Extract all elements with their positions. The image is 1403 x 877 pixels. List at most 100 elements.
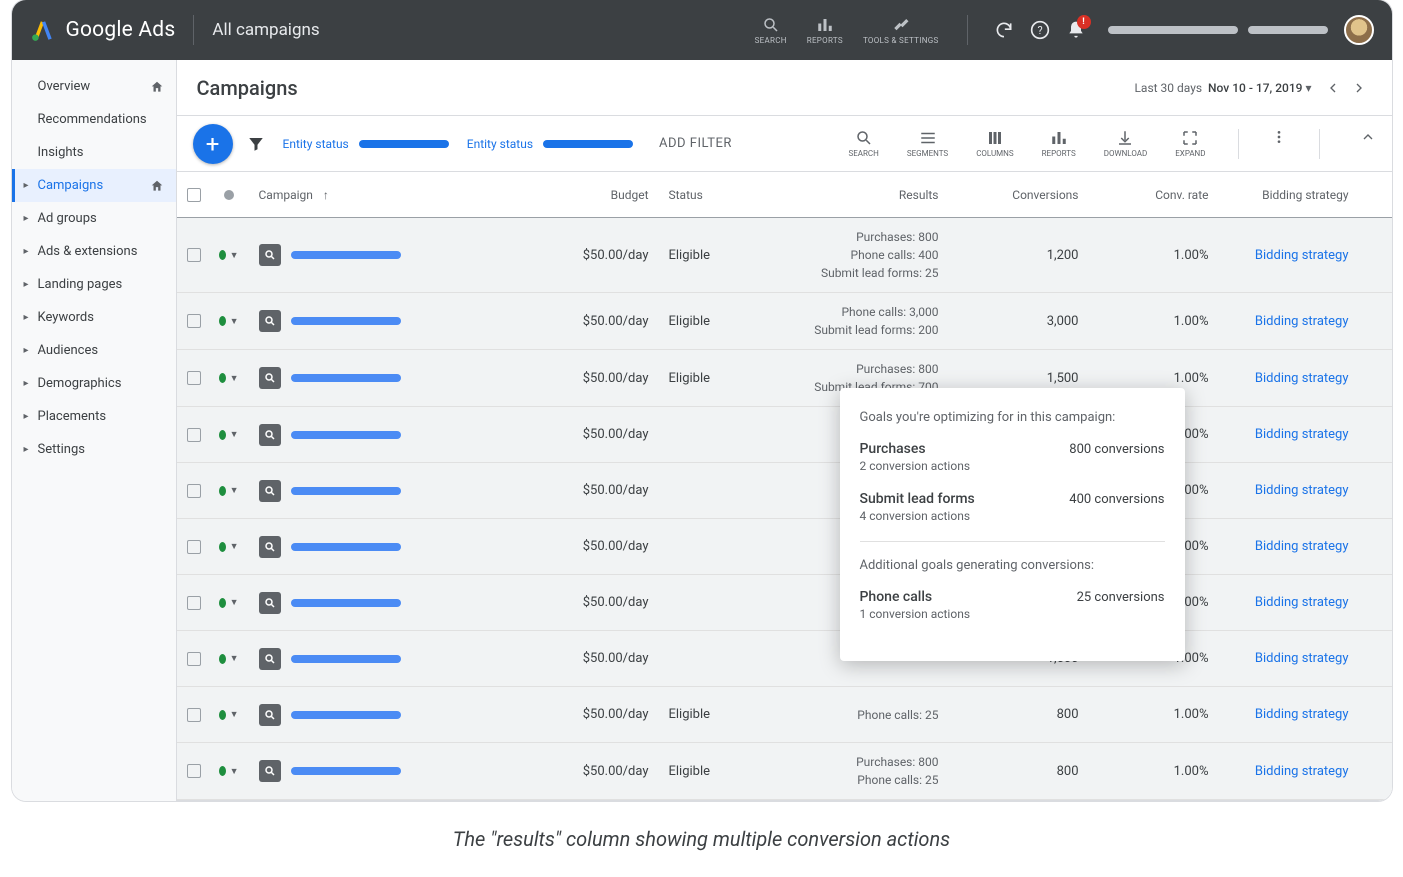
campaign-cell[interactable] — [249, 234, 569, 276]
sidebar-item-settings[interactable]: ▸Settings — [12, 433, 176, 466]
row-checkbox[interactable] — [187, 484, 201, 498]
product-logo[interactable]: Google Ads — [30, 17, 176, 43]
date-next[interactable] — [1346, 75, 1372, 101]
add-campaign-button[interactable]: + — [193, 124, 233, 164]
row-status[interactable]: ▼ — [209, 587, 249, 618]
sidebar-item-audiences[interactable]: ▸Audiences — [12, 334, 176, 367]
status-cell: Eligible — [659, 238, 749, 273]
scope-title[interactable]: All campaigns — [212, 20, 319, 40]
campaign-cell[interactable] — [249, 414, 569, 456]
date-prev[interactable] — [1320, 75, 1346, 101]
sidebar-item-campaigns[interactable]: ▸Campaigns — [12, 169, 176, 202]
filter-icon[interactable] — [247, 135, 265, 153]
bidding-strategy-link[interactable]: Bidding strategy — [1219, 529, 1359, 564]
row-checkbox[interactable] — [187, 764, 201, 778]
top-tools[interactable]: TOOLS & SETTINGS — [863, 16, 939, 45]
top-search[interactable]: SEARCH — [755, 16, 787, 45]
col-conversions[interactable]: Conversions — [949, 188, 1089, 202]
table-row: ▼$50.00/dayEligiblePhone calls: 258001.0… — [177, 687, 1392, 743]
row-status[interactable]: ▼ — [209, 306, 249, 337]
bidding-strategy-link[interactable]: Bidding strategy — [1219, 585, 1359, 620]
tooltip-goal-value: 25 conversions — [1077, 590, 1165, 605]
row-status[interactable]: ▼ — [209, 699, 249, 730]
table-header-row: Campaign↑ Budget Status Results Conversi… — [177, 172, 1392, 218]
sidebar-item-keywords[interactable]: ▸Keywords — [12, 301, 176, 334]
sidebar-item-demographics[interactable]: ▸Demographics — [12, 367, 176, 400]
row-status[interactable]: ▼ — [209, 756, 249, 787]
bidding-strategy-link[interactable]: Bidding strategy — [1219, 697, 1359, 732]
campaign-cell[interactable] — [249, 526, 569, 568]
col-results[interactable]: Results — [749, 188, 949, 202]
sidebar-item-insights[interactable]: Insights — [12, 136, 176, 169]
add-filter-button[interactable]: ADD FILTER — [659, 136, 732, 151]
row-status[interactable]: ▼ — [209, 419, 249, 450]
bidding-strategy-link[interactable]: Bidding strategy — [1219, 641, 1359, 676]
row-status[interactable]: ▼ — [209, 531, 249, 562]
campaign-cell[interactable] — [249, 582, 569, 624]
row-checkbox[interactable] — [187, 428, 201, 442]
date-range-picker[interactable]: Last 30 days Nov 10 - 17, 2019 ▾ — [1134, 81, 1311, 95]
col-strategy[interactable]: Bidding strategy — [1219, 188, 1359, 202]
row-checkbox[interactable] — [187, 248, 201, 262]
sidebar-item-ad-groups[interactable]: ▸Ad groups — [12, 202, 176, 235]
toolbar-expand[interactable]: EXPAND — [1175, 129, 1205, 158]
bidding-strategy-link[interactable]: Bidding strategy — [1219, 417, 1359, 452]
campaign-cell[interactable] — [249, 470, 569, 512]
bidding-strategy-link[interactable]: Bidding strategy — [1219, 754, 1359, 789]
collapse-chart[interactable] — [1360, 129, 1376, 145]
tooltip-goal: Phone calls25 conversions1 conversion ac… — [860, 589, 1165, 621]
toolbar-search[interactable]: SEARCH — [848, 129, 878, 158]
results-cell[interactable]: Phone calls: 3,000Submit lead forms: 200 — [749, 293, 949, 349]
col-status[interactable]: Status — [659, 188, 749, 202]
bidding-strategy-link[interactable]: Bidding strategy — [1219, 304, 1359, 339]
campaign-cell[interactable] — [249, 300, 569, 342]
results-cell[interactable]: Phone calls: 25 — [749, 696, 949, 734]
refresh-icon[interactable] — [994, 20, 1014, 40]
toolbar-segments[interactable]: SEGMENTS — [907, 129, 948, 158]
results-cell[interactable]: Purchases: 800Phone calls: 400Submit lea… — [749, 218, 949, 292]
search-campaign-icon — [259, 704, 281, 726]
row-status[interactable]: ▼ — [209, 643, 249, 674]
row-checkbox[interactable] — [187, 314, 201, 328]
col-budget[interactable]: Budget — [569, 188, 659, 202]
toolbar-reports[interactable]: REPORTS — [1042, 129, 1076, 158]
budget-cell: $50.00/day — [569, 754, 659, 789]
results-cell[interactable]: Purchases: 800Phone calls: 25 — [749, 743, 949, 799]
sidebar-item-overview[interactable]: Overview — [12, 70, 176, 103]
filter-chip-label[interactable]: Entity status — [467, 137, 533, 151]
sidebar-item-label: Audiences — [38, 343, 99, 358]
bidding-strategy-link[interactable]: Bidding strategy — [1219, 238, 1359, 273]
sidebar-item-recommendations[interactable]: Recommendations — [12, 103, 176, 136]
campaign-cell[interactable] — [249, 750, 569, 792]
row-status[interactable]: ▼ — [209, 475, 249, 506]
col-convrate[interactable]: Conv. rate — [1089, 188, 1219, 202]
sidebar-item-ads-extensions[interactable]: ▸Ads & extensions — [12, 235, 176, 268]
row-checkbox[interactable] — [187, 708, 201, 722]
row-checkbox[interactable] — [187, 540, 201, 554]
status-enabled-icon — [219, 316, 226, 326]
row-status[interactable]: ▼ — [209, 363, 249, 394]
toolbar-columns[interactable]: COLUMNS — [976, 129, 1013, 158]
help-icon[interactable]: ? — [1030, 20, 1050, 40]
budget-cell: $50.00/day — [569, 697, 659, 732]
top-reports[interactable]: REPORTS — [807, 16, 843, 45]
filter-chip-label[interactable]: Entity status — [283, 137, 349, 151]
sidebar-item-placements[interactable]: ▸Placements — [12, 400, 176, 433]
more-menu[interactable] — [1271, 129, 1287, 145]
bidding-strategy-link[interactable]: Bidding strategy — [1219, 361, 1359, 396]
campaign-cell[interactable] — [249, 638, 569, 680]
avatar[interactable] — [1344, 15, 1374, 45]
sidebar-item-landing-pages[interactable]: ▸Landing pages — [12, 268, 176, 301]
row-status[interactable]: ▼ — [209, 240, 249, 271]
toolbar-download[interactable]: DOWNLOAD — [1104, 129, 1148, 158]
row-checkbox[interactable] — [187, 652, 201, 666]
row-checkbox[interactable] — [187, 371, 201, 385]
notifications-icon[interactable]: ! — [1066, 20, 1086, 40]
row-checkbox[interactable] — [187, 596, 201, 610]
bidding-strategy-link[interactable]: Bidding strategy — [1219, 473, 1359, 508]
col-campaign[interactable]: Campaign↑ — [249, 188, 569, 202]
campaign-cell[interactable] — [249, 357, 569, 399]
search-campaign-icon — [259, 536, 281, 558]
select-all-checkbox[interactable] — [187, 188, 201, 202]
campaign-cell[interactable] — [249, 694, 569, 736]
